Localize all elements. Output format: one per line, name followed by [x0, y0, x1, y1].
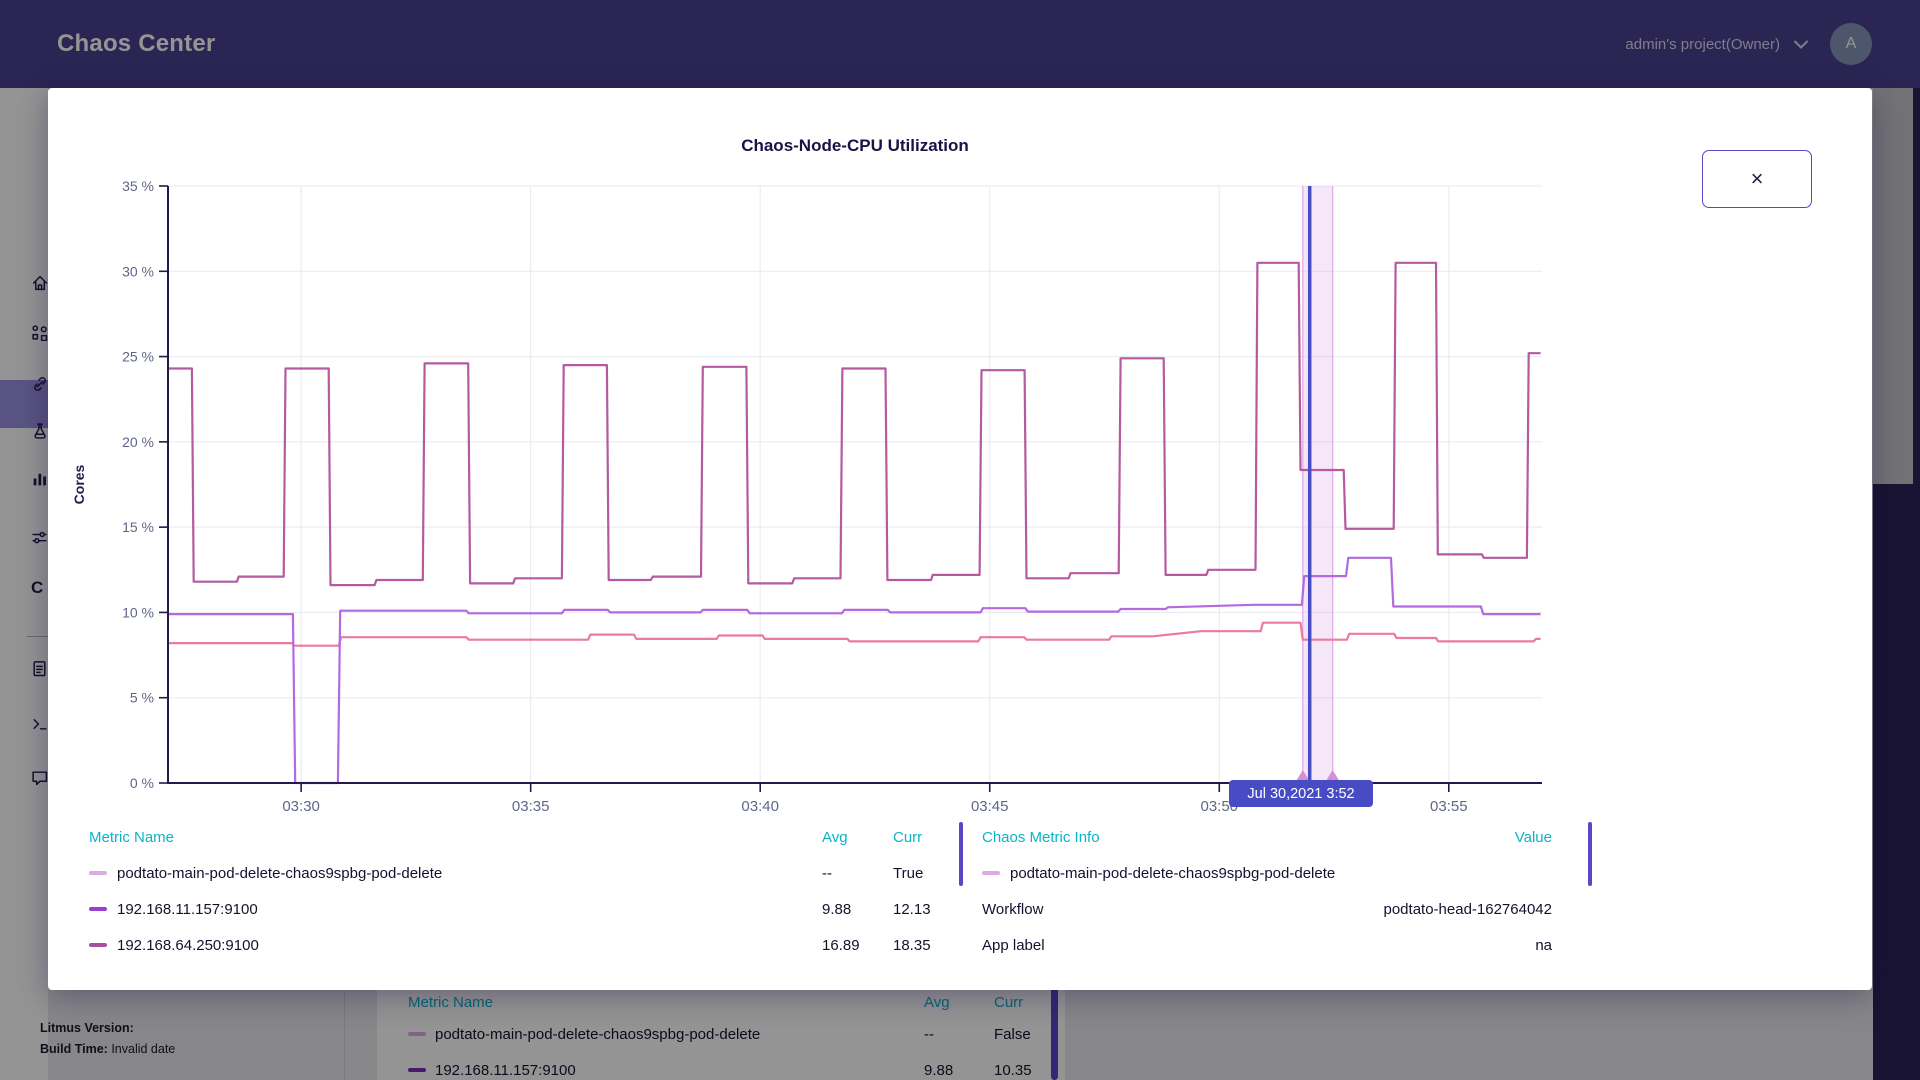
svg-text:Cores: Cores	[71, 464, 87, 504]
svg-text:20 %: 20 %	[122, 434, 154, 450]
series-curr: 18.35	[893, 934, 931, 958]
svg-text:30 %: 30 %	[122, 263, 154, 279]
series-curr: True	[893, 862, 923, 886]
svg-text:03:40: 03:40	[741, 798, 779, 815]
series-name: 192.168.64.250:9100	[117, 937, 259, 954]
series-name: podtato-main-pod-delete-chaos9spbg-pod-d…	[117, 865, 442, 882]
chaos-info-label: App label	[982, 937, 1045, 954]
chaos-info-row: App label na	[982, 934, 1552, 958]
legend-row: 192.168.11.157:9100 9.88 12.13	[89, 898, 959, 922]
chaos-info-value-header: Value	[1515, 826, 1552, 850]
legend-col-metric-name: Metric Name	[89, 829, 174, 846]
chart-tooltip: Jul 30,2021 3:52	[1229, 780, 1373, 807]
chaos-info-divider-bar	[1588, 822, 1592, 886]
legend-divider-bar	[959, 822, 963, 886]
chaos-info-value: na	[1535, 934, 1552, 958]
legend-col-avg: Avg	[822, 826, 848, 850]
svg-text:03:35: 03:35	[512, 798, 550, 815]
series-avg: 16.89	[822, 934, 860, 958]
legend-col-curr: Curr	[893, 826, 922, 850]
series-curr: 12.13	[893, 898, 931, 922]
chaos-info-row: podtato-main-pod-delete-chaos9spbg-pod-d…	[982, 862, 1552, 886]
svg-text:25 %: 25 %	[122, 349, 154, 365]
svg-text:03:45: 03:45	[971, 798, 1009, 815]
series-avg: --	[822, 862, 832, 886]
series-swatch-icon	[982, 871, 1000, 875]
svg-text:35 %: 35 %	[122, 178, 154, 194]
svg-text:03:30: 03:30	[282, 798, 320, 815]
svg-text:0 %: 0 %	[130, 775, 154, 791]
series-name: 192.168.11.157:9100	[117, 901, 258, 918]
svg-text:15 %: 15 %	[122, 519, 154, 535]
chart-modal: Chaos-Node-CPU Utilization × 0 %5 %10 %1…	[48, 88, 1872, 990]
series-avg: 9.88	[822, 898, 851, 922]
series-swatch-icon	[89, 871, 107, 875]
chaos-info-row: Workflow podtato-head-162764042	[982, 898, 1552, 922]
legend-row: podtato-main-pod-delete-chaos9spbg-pod-d…	[89, 862, 959, 886]
svg-text:5 %: 5 %	[130, 690, 154, 706]
chaos-info-value: podtato-head-162764042	[1384, 898, 1553, 922]
series-swatch-icon	[89, 907, 107, 911]
svg-text:10 %: 10 %	[122, 604, 154, 620]
svg-text:03:55: 03:55	[1430, 798, 1468, 815]
chaos-info-header: Chaos Metric Info	[982, 829, 1100, 846]
legend-row: 192.168.64.250:9100 16.89 18.35	[89, 934, 959, 958]
chaos-info-label: Workflow	[982, 901, 1043, 918]
chaos-info-label: podtato-main-pod-delete-chaos9spbg-pod-d…	[1010, 865, 1335, 882]
series-swatch-icon	[89, 943, 107, 947]
